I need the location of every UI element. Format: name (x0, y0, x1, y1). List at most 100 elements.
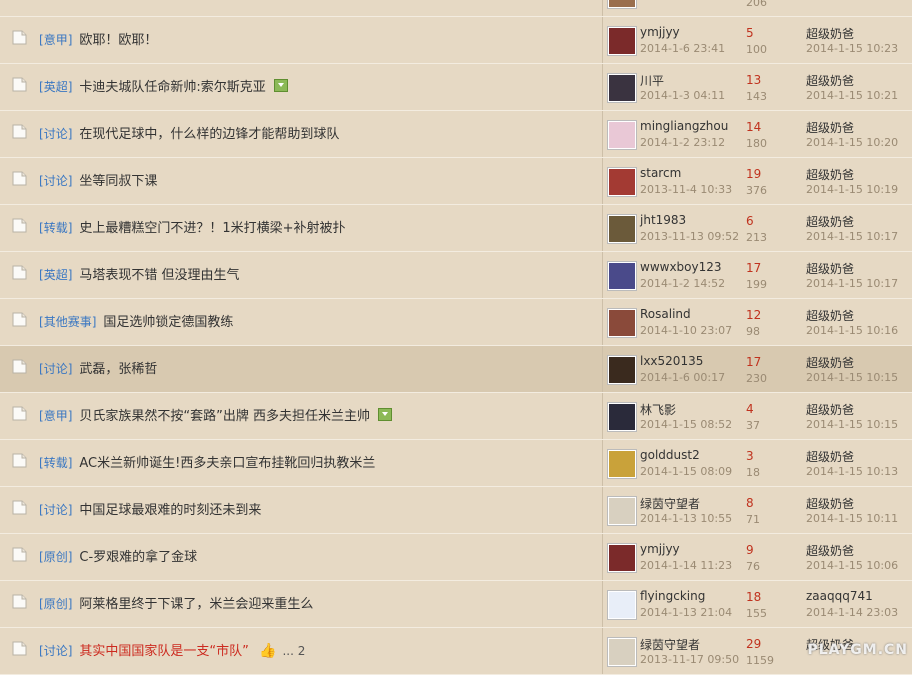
avatar[interactable] (608, 0, 636, 8)
reply-count[interactable]: 17 (746, 355, 761, 369)
last-post-date-link[interactable]: 2014-1-15 10:15 (806, 418, 898, 431)
avatar[interactable] (608, 262, 636, 290)
avatar[interactable] (608, 450, 636, 478)
thread-category-link[interactable]: 意甲 (39, 33, 72, 47)
reply-count[interactable]: 8 (746, 496, 754, 510)
avatar[interactable] (608, 215, 636, 243)
author-link[interactable]: Rosalind (640, 307, 691, 321)
reply-count[interactable]: 18 (746, 590, 761, 604)
avatar[interactable] (608, 168, 636, 196)
last-poster-link[interactable]: 超级奶爸 (806, 260, 854, 277)
last-poster-link[interactable]: 超级奶爸 (806, 542, 854, 559)
thread-title-link[interactable]: 史上最糟糕空门不进？！1米打横梁+补射被扑 (79, 221, 345, 236)
thread-category-link[interactable]: 讨论 (39, 174, 72, 188)
thread-category-link[interactable]: 意甲 (39, 409, 72, 423)
thread-title-link[interactable]: AC米兰新帅诞生!西多夫亲口宣布挂靴回归执教米兰 (79, 456, 375, 471)
reply-count[interactable]: 12 (746, 308, 761, 322)
author-link[interactable]: ymjjyy (640, 542, 680, 556)
last-poster-link[interactable]: 超级奶爸 (806, 119, 854, 136)
last-post-date-link[interactable]: 2014-1-15 10:06 (806, 559, 898, 572)
thread-title-link[interactable]: 武磊，张稀哲 (79, 362, 157, 377)
post-date: 2014-1-6 23:41 (640, 42, 726, 55)
last-poster-link[interactable]: 超级奶爸 (806, 448, 854, 465)
last-post-date-link[interactable]: 2014-1-15 10:15 (806, 371, 898, 384)
author-link[interactable]: 川平 (640, 72, 664, 89)
reply-count[interactable]: 9 (746, 543, 754, 557)
last-poster-link[interactable]: 超级奶爸 (806, 495, 854, 512)
reply-count[interactable]: 17 (746, 261, 761, 275)
reply-count[interactable]: 6 (746, 214, 754, 228)
last-post-date-link[interactable]: 2014-1-15 10:23 (806, 42, 898, 55)
thread-title-cell: 讨论其实中国国家队是一支“市队” 👍 ... 2 (39, 628, 305, 674)
reply-count[interactable]: 4 (746, 402, 754, 416)
last-post-date-link[interactable]: 2014-1-15 10:16 (806, 324, 898, 337)
author-link[interactable]: starcm (640, 166, 681, 180)
thread-category-link[interactable]: 英超 (39, 268, 72, 282)
thread-title-link[interactable]: 在现代足球中，什么样的边锋才能帮助到球队 (79, 127, 339, 142)
thread-title-link[interactable]: 马塔表现不错 但没理由生气 (79, 268, 239, 283)
author-link[interactable]: golddust2 (640, 448, 700, 462)
last-poster-link[interactable]: 超级奶爸 (806, 307, 854, 324)
document-icon (12, 359, 27, 374)
avatar[interactable] (608, 121, 636, 149)
thread-category-link[interactable]: 讨论 (39, 127, 72, 141)
author-link[interactable]: jht1983 (640, 213, 686, 227)
thread-title-link[interactable]: 坐等同叔下课 (79, 174, 157, 189)
last-post-date-link[interactable]: 2014-1-15 10:19 (806, 183, 898, 196)
avatar[interactable] (608, 74, 636, 102)
last-poster-link[interactable]: 超级奶爸 (806, 25, 854, 42)
thread-title-link[interactable]: 阿莱格里终于下课了，米兰会迎来重生么 (79, 597, 313, 612)
avatar[interactable] (608, 309, 636, 337)
avatar[interactable] (608, 356, 636, 384)
last-post-date-link[interactable]: 2014-1-15 10:21 (806, 89, 898, 102)
thread-title-link[interactable]: 欧耶！欧耶！ (79, 33, 157, 48)
last-post-date-link[interactable]: 2014-1-15 10:17 (806, 277, 898, 290)
last-poster-link[interactable]: 超级奶爸 (806, 213, 854, 230)
thread-category-link[interactable]: 其他赛事 (39, 315, 96, 329)
thread-category-link[interactable]: 转载 (39, 456, 72, 470)
avatar[interactable] (608, 403, 636, 431)
thread-title-link[interactable]: 国足选帅锁定德国教练 (103, 315, 233, 330)
last-poster-link[interactable]: 超级奶爸 (806, 72, 854, 89)
last-post-date-link[interactable]: 2014-1-15 10:13 (806, 465, 898, 478)
last-poster-link[interactable]: 超级奶爸 (806, 354, 854, 371)
thread-title-link[interactable]: 中国足球最艰难的时刻还未到来 (79, 503, 261, 518)
author-link[interactable]: mingliangzhou (640, 119, 728, 133)
last-poster-link[interactable]: 超级奶爸 (806, 401, 854, 418)
reply-count[interactable]: 19 (746, 167, 761, 181)
avatar[interactable] (608, 544, 636, 572)
reply-count[interactable]: 13 (746, 73, 761, 87)
last-post-date-link[interactable]: 2014-1-14 23:03 (806, 606, 898, 619)
thread-category-link[interactable]: 讨论 (39, 644, 72, 658)
thread-category-link[interactable]: 原创 (39, 550, 72, 564)
thread-title-link[interactable]: 贝氏家族果然不按“套路”出牌 西多夫担任米兰主帅 (79, 409, 370, 424)
avatar[interactable] (608, 27, 636, 55)
author-link[interactable]: wwwxboy123 (640, 260, 722, 274)
last-post-date-link[interactable]: 2014-1-15 10:17 (806, 230, 898, 243)
reply-count[interactable]: 3 (746, 449, 754, 463)
author-link[interactable]: 绿茵守望者 (640, 495, 700, 512)
reply-count[interactable]: 29 (746, 637, 761, 651)
last-poster-link[interactable]: zaaqqq741 (806, 589, 873, 603)
author-link[interactable]: ymjjyy (640, 25, 680, 39)
author-link[interactable]: 绿茵守望者 (640, 636, 700, 653)
page-links[interactable]: ... 2 (282, 644, 305, 658)
last-poster-link[interactable]: 超级奶爸 (806, 166, 854, 183)
thread-title-link[interactable]: 卡迪夫城队任命新帅:索尔斯克亚 (79, 80, 265, 95)
last-post-date-link[interactable]: 2014-1-15 10:11 (806, 512, 898, 525)
avatar[interactable] (608, 497, 636, 525)
thread-category-link[interactable]: 讨论 (39, 362, 72, 376)
reply-count[interactable]: 14 (746, 120, 761, 134)
thread-title-link[interactable]: C-罗艰难的拿了金球 (79, 550, 197, 565)
thread-category-link[interactable]: 英超 (39, 80, 72, 94)
avatar[interactable] (608, 591, 636, 619)
reply-count[interactable]: 5 (746, 26, 754, 40)
thread-category-link[interactable]: 原创 (39, 597, 72, 611)
thread-category-link[interactable]: 讨论 (39, 503, 72, 517)
thread-category-link[interactable]: 转载 (39, 221, 72, 235)
thread-title-link[interactable]: 其实中国国家队是一支“市队” (79, 644, 248, 659)
last-post-date-link[interactable]: 2014-1-15 10:20 (806, 136, 898, 149)
author-link[interactable]: flyingcking (640, 589, 705, 603)
author-link[interactable]: lxx520135 (640, 354, 703, 368)
author-link[interactable]: 林飞影 (640, 401, 676, 418)
